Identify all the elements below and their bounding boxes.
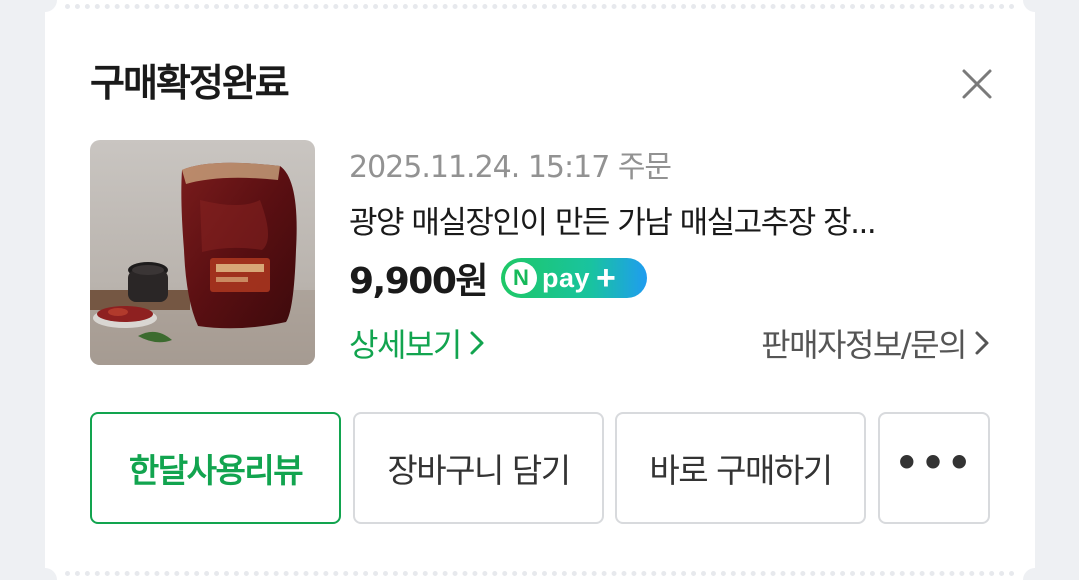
monthly-review-button[interactable]: 한달사용리뷰 — [90, 412, 341, 524]
ticket-notch — [45, 0, 57, 12]
purchase-confirmed-card: 구매확정완료 2025.11.24. 15:17 주문 광양 매실장인이 만든 … — [45, 0, 1035, 580]
npay-plus-badge: N pay + — [501, 258, 647, 298]
product-price: 9,900원 — [349, 261, 489, 302]
view-details-label: 상세보기 — [349, 326, 462, 364]
npay-label: pay — [542, 262, 591, 293]
close-button[interactable] — [955, 62, 999, 106]
close-icon — [962, 69, 992, 99]
order-date: 2025.11.24. 15:17 주문 — [349, 150, 672, 185]
chevron-right-icon — [470, 331, 484, 355]
product-name[interactable]: 광양 매실장인이 만든 가남 매실고추장 장... — [349, 197, 989, 242]
buy-now-button[interactable]: 바로 구매하기 — [615, 412, 866, 524]
ticket-notch — [45, 568, 57, 580]
seller-info-label: 판매자정보/문의 — [761, 326, 967, 364]
add-to-cart-button[interactable]: 장바구니 담기 — [353, 412, 604, 524]
ticket-notch — [1023, 568, 1035, 580]
perforation-line — [65, 4, 1015, 9]
more-button[interactable]: ••• — [878, 412, 990, 524]
ticket-notch — [1023, 0, 1035, 12]
perforation-line — [65, 571, 1015, 576]
npay-n-icon: N — [505, 262, 537, 294]
price-row: 9,900원 N pay + — [349, 254, 647, 302]
card-title: 구매확정완료 — [90, 61, 290, 105]
product-thumbnail[interactable] — [90, 140, 315, 365]
action-buttons: 한달사용리뷰 장바구니 담기 바로 구매하기 ••• — [90, 412, 990, 524]
product-image — [90, 140, 315, 365]
more-horizontal-icon: ••• — [894, 441, 974, 485]
npay-plus-icon: + — [596, 259, 616, 297]
view-details-link[interactable]: 상세보기 — [349, 320, 485, 366]
chevron-right-icon — [975, 331, 989, 355]
seller-info-link[interactable]: 판매자정보/문의 — [761, 320, 990, 366]
